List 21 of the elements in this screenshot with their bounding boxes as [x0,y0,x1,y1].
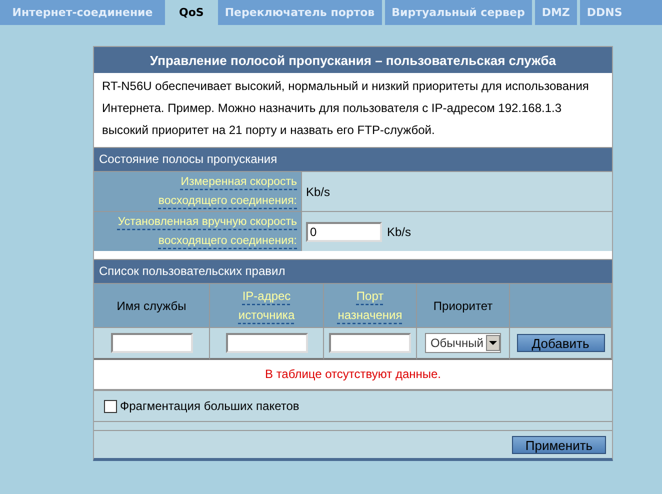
column-label: Приоритет [433,298,493,312]
add-button[interactable]: Добавить [516,334,604,352]
port-input[interactable] [329,333,411,353]
service-name-input[interactable] [110,333,192,353]
checkbox-label: Фрагментация больших пакетов [120,399,300,413]
section-header: Список пользовательских правил [94,259,612,283]
field-label: Установленная вручную скорость восходящего соединения: [118,214,297,248]
description-text: RT-N56U обеспечивает высокий, нормальный и низкий приоритеты для использования Интернета. Пример. Можно назначить для пользователя с IP-адресом 192.168.1.3 высокий приоритет на 21 порту и назвать его FTP-службой. [101,78,590,139]
speed-input[interactable]: 0 [306,222,382,242]
unit-label: Kb/s [387,224,412,238]
source-ip-input[interactable] [226,333,308,353]
field-label: Измеренная скорость восходящего соединения: [158,174,297,208]
panel-title: Управление полосой пропускания – пользовательская служба [94,47,612,73]
column-label: IP-адрес источника [237,288,296,324]
apply-button[interactable]: Применить [512,436,606,454]
column-label: Порт назначения [336,288,404,324]
column-label: Имя службы [116,298,186,312]
checkbox[interactable] [104,400,117,412]
priority-dropdown[interactable]: Обычный [425,333,501,353]
section-header: Состояние полосы пропускания [94,147,612,171]
unit-label: Kb/s [306,184,330,198]
